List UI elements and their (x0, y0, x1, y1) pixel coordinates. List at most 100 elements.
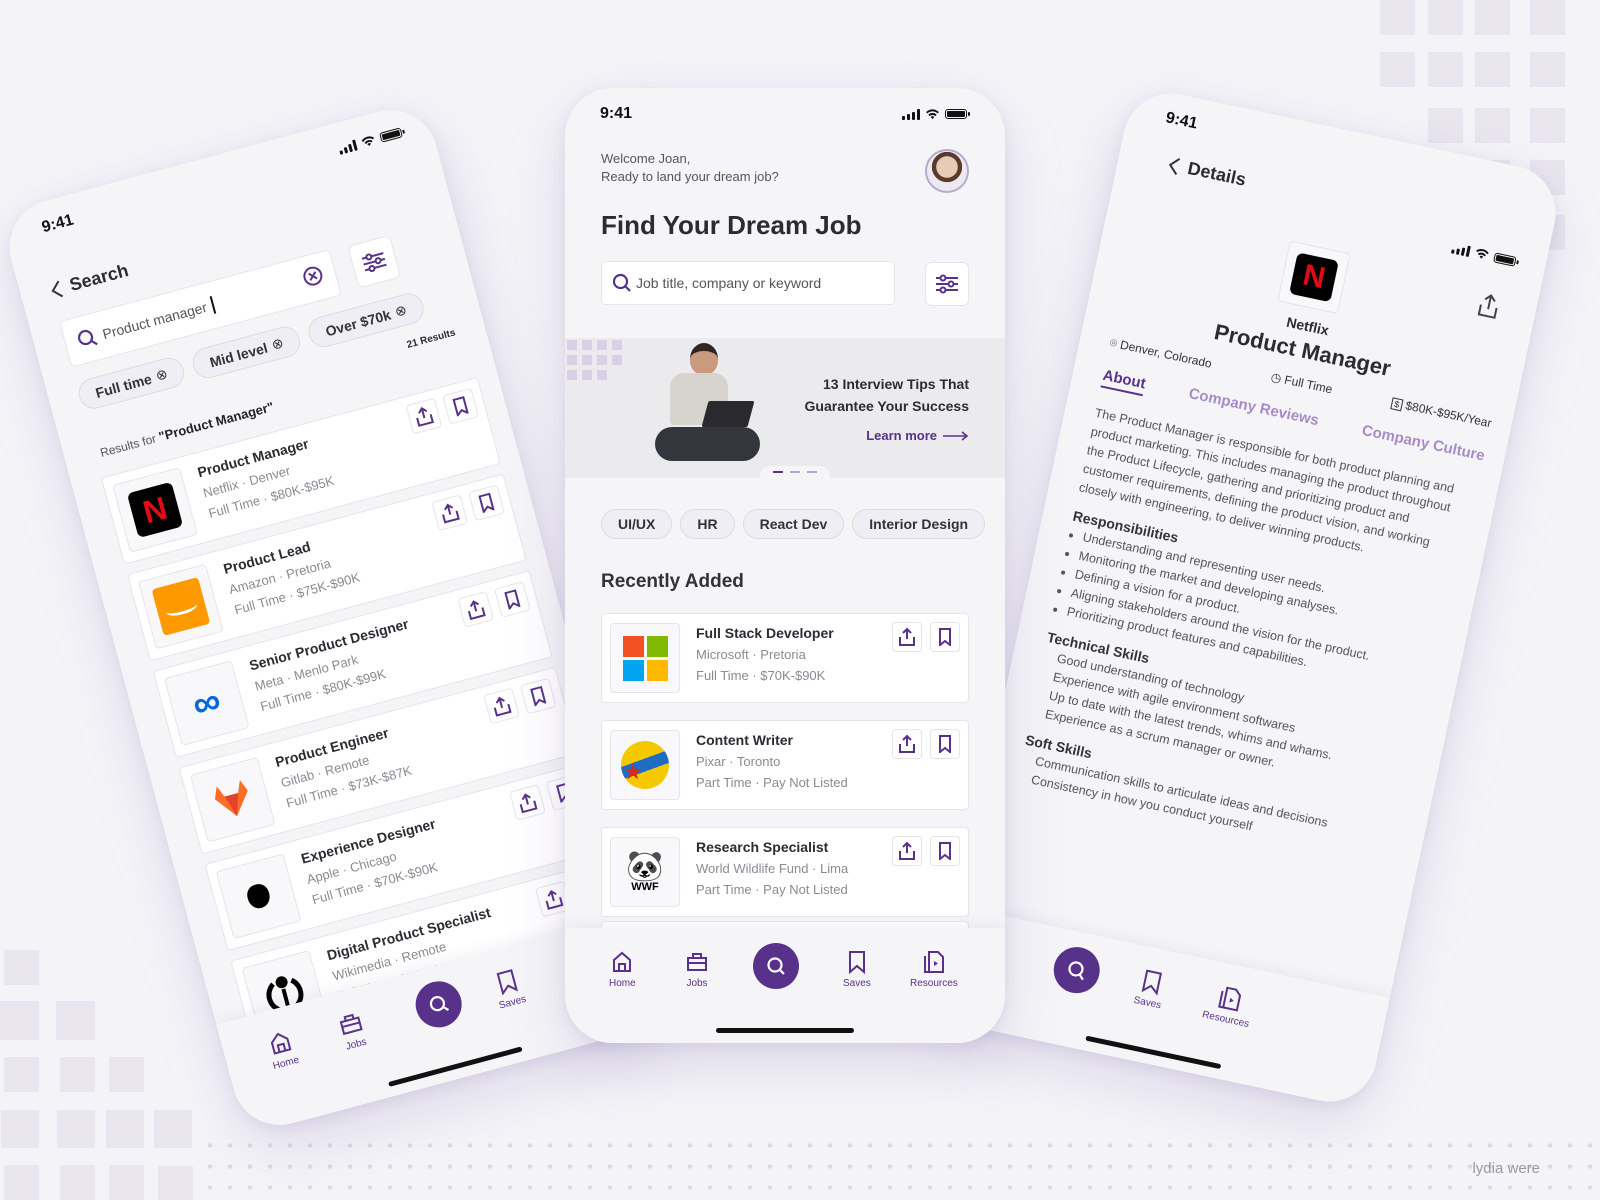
nav-saves[interactable]: Saves (491, 967, 527, 1012)
search-icon (767, 957, 785, 975)
carousel-dot[interactable] (790, 471, 800, 473)
share-button[interactable] (509, 784, 546, 821)
save-button[interactable] (468, 484, 505, 522)
clear-search-button[interactable] (301, 263, 327, 292)
clock-icon: ◷ (1269, 369, 1283, 386)
share-icon (493, 696, 512, 717)
job-card[interactable]: Full Stack Developer Microsoft · Pretoria… (601, 613, 969, 703)
back-button[interactable]: Details (1166, 154, 1248, 191)
wwf-logo: 🐼 WWF (626, 849, 664, 893)
carousel-dot-active[interactable] (773, 471, 783, 473)
search-value: Product manager (100, 298, 209, 343)
signal-icon (337, 139, 358, 155)
filter-button[interactable] (925, 262, 969, 306)
bookmark-icon (939, 842, 951, 860)
job-details-phone: 9:41 Details N Netflix Product Manager ⌾… (935, 84, 1565, 1111)
save-button[interactable] (519, 677, 557, 715)
job-title: Full Stack Developer (696, 625, 834, 641)
category-chip[interactable]: HR (680, 509, 735, 539)
company-location: World Wildlife Fund · Lima (696, 861, 849, 876)
home-icon (613, 951, 632, 972)
chevron-left-icon (51, 280, 64, 297)
remove-filter-icon[interactable]: ⊗ (393, 301, 409, 320)
resources-icon (923, 951, 944, 973)
page-title: Details (1185, 157, 1248, 190)
status-bar: 9:41 (600, 102, 970, 126)
clear-icon (303, 266, 323, 286)
banner-headline: 13 Interview Tips That Guarantee Your Su… (804, 376, 969, 414)
save-button[interactable] (442, 387, 479, 425)
job-type: ◷ Full Time (1269, 369, 1334, 397)
tab-about[interactable]: About (1100, 366, 1148, 397)
resources-icon (1218, 986, 1241, 1012)
tab-company-reviews[interactable]: Company Reviews (1186, 385, 1320, 433)
bookmark-icon (939, 628, 951, 646)
learn-more-link[interactable]: Learn more (866, 428, 969, 443)
briefcase-icon (687, 953, 707, 971)
netflix-logo: N (1289, 252, 1339, 303)
nav-resources[interactable]: Resources (910, 950, 958, 989)
share-button[interactable] (892, 836, 922, 866)
nav-search-button[interactable] (410, 976, 467, 1033)
results-count: 21 Results (405, 327, 457, 351)
avatar[interactable] (925, 149, 969, 193)
share-icon (1477, 294, 1498, 319)
share-button[interactable] (892, 622, 922, 652)
company-location: Microsoft · Pretoria (696, 647, 806, 662)
save-button[interactable] (930, 622, 960, 652)
share-button[interactable] (1474, 291, 1502, 326)
share-icon (467, 600, 486, 621)
nav-jobs[interactable]: Jobs (685, 950, 709, 989)
nav-saves[interactable]: Saves (1133, 967, 1168, 1011)
nav-home[interactable]: Home (609, 950, 636, 989)
search-input[interactable]: Job title, company or keyword (601, 261, 895, 305)
search-icon (77, 329, 98, 346)
tab-company-culture[interactable]: Company Culture (1360, 422, 1486, 469)
promo-banner[interactable]: 13 Interview Tips That Guarantee Your Su… (565, 338, 1005, 478)
filter-button[interactable] (347, 234, 402, 289)
job-card[interactable]: 🐼 WWF Research Specialist World Wildlife Fu… (601, 827, 969, 917)
share-button[interactable] (405, 397, 443, 435)
banner-decoration (567, 340, 622, 380)
share-icon (442, 503, 460, 524)
nav-home[interactable]: Home (265, 1028, 300, 1072)
share-icon (519, 793, 538, 814)
section-title: Recently Added (601, 571, 744, 592)
briefcase-icon (339, 1013, 363, 1036)
gitlab-logo (208, 776, 256, 823)
company-logo (610, 623, 680, 693)
category-chip[interactable]: UI/UX (601, 509, 673, 539)
search-icon (429, 996, 450, 1012)
share-button[interactable] (483, 687, 520, 725)
filter-chip[interactable]: Mid level ⊗ (189, 323, 304, 382)
share-button[interactable] (457, 590, 495, 628)
battery-icon (379, 127, 403, 143)
nav-search-button[interactable] (1049, 942, 1105, 998)
back-button[interactable]: Search (48, 260, 131, 301)
bookmark-icon (452, 396, 470, 417)
category-chips: UI/UX HR React Dev Interior Design (601, 509, 986, 539)
share-button[interactable] (431, 494, 469, 532)
save-button[interactable] (930, 729, 960, 759)
microsoft-logo (622, 635, 668, 681)
filter-chip[interactable]: Full time ⊗ (75, 354, 188, 413)
save-button[interactable] (494, 581, 531, 618)
nav-search-button[interactable] (753, 943, 799, 989)
bookmark-icon (504, 589, 521, 610)
nav-resources[interactable]: Resources (1201, 982, 1256, 1030)
category-chip[interactable]: React Dev (742, 509, 845, 539)
nav-jobs[interactable]: Jobs (336, 1009, 369, 1053)
share-button[interactable] (892, 729, 922, 759)
share-icon (899, 734, 915, 753)
category-chip[interactable]: Interior Design (852, 509, 986, 539)
carousel-dot[interactable] (807, 471, 817, 473)
job-card[interactable]: ★ Content Writer Pixar · Toronto Part Time … (601, 720, 969, 810)
text-cursor (210, 296, 217, 314)
remove-filter-icon[interactable]: ⊗ (154, 365, 170, 384)
job-description: The Product Manager is responsible for b… (1016, 404, 1473, 866)
save-button[interactable] (930, 836, 960, 866)
remove-filter-icon[interactable]: ⊗ (270, 334, 286, 353)
greeting: Welcome Joan, Ready to land your dream j… (601, 151, 779, 184)
chevron-left-icon (1168, 157, 1181, 175)
nav-saves[interactable]: Saves (843, 950, 871, 989)
